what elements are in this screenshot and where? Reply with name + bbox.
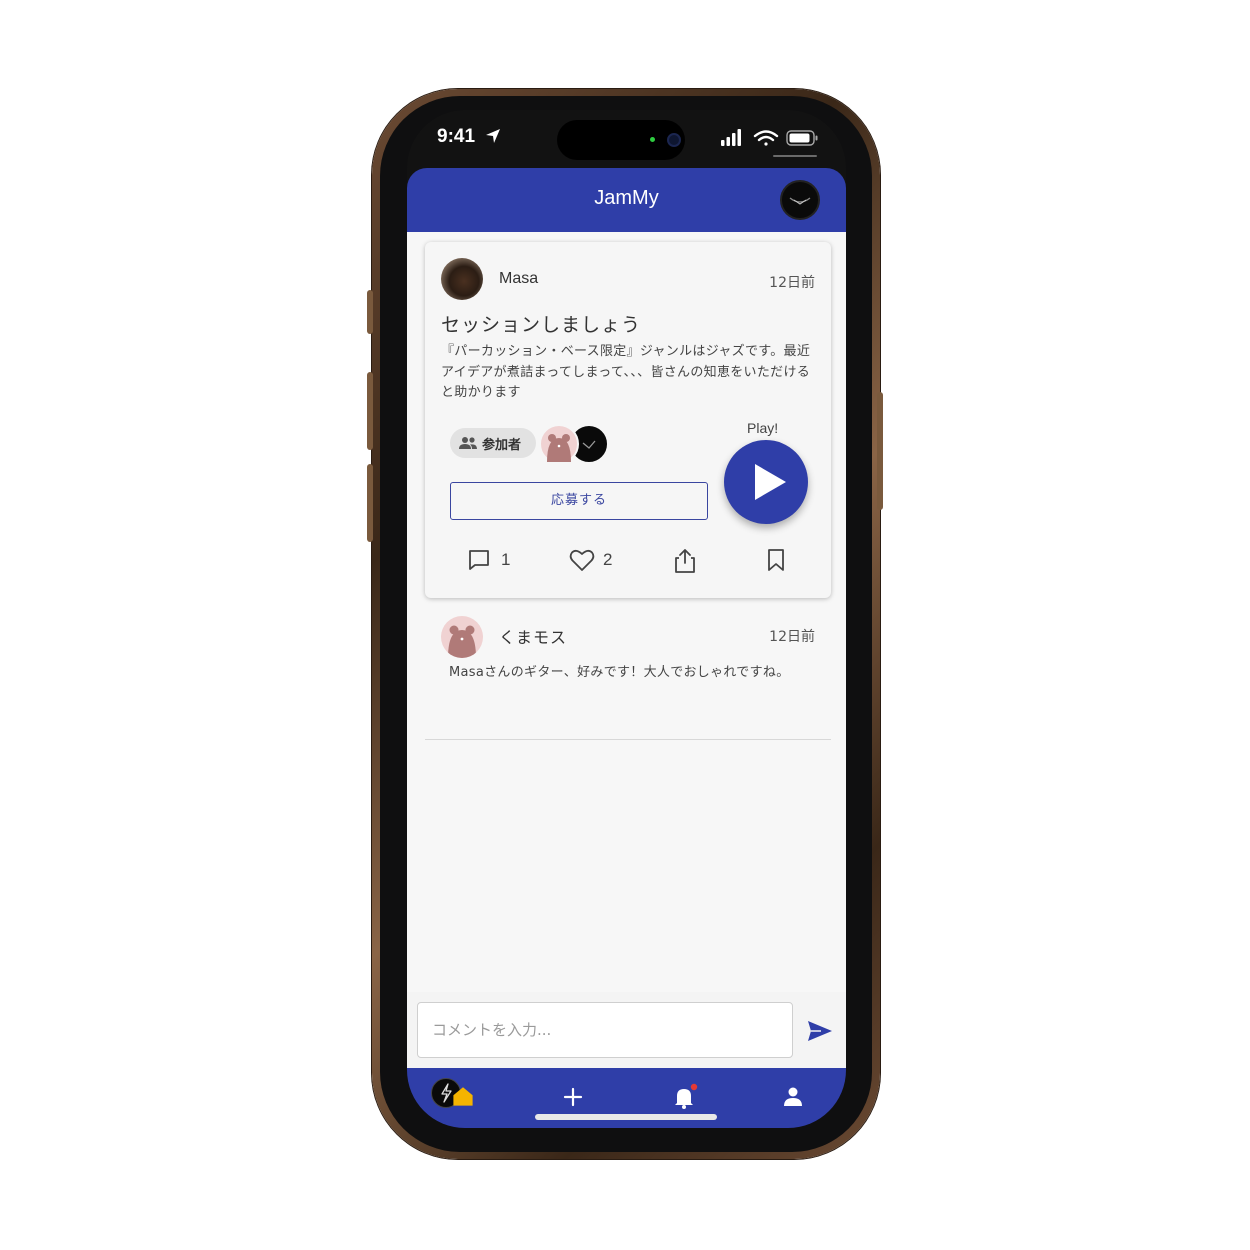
comment-input[interactable]	[417, 1002, 793, 1058]
comment-item: くまモス 12日前 Masaさんのギター、好みです！大人でおしゃれですね。	[425, 602, 831, 740]
like-action[interactable]: 2	[569, 548, 619, 572]
bell-icon[interactable]	[669, 1082, 699, 1112]
power-button	[877, 392, 883, 510]
location-arrow-icon	[486, 129, 500, 143]
camera-indicator-dot	[650, 137, 655, 142]
battery-icon	[786, 130, 818, 146]
share-action[interactable]	[673, 548, 697, 573]
status-divider	[773, 155, 817, 157]
post-title: セッションしましょう	[441, 314, 642, 336]
post-time: 12日前	[769, 275, 815, 291]
avatar-image	[789, 197, 811, 205]
front-camera	[667, 133, 681, 147]
wifi-icon	[753, 130, 779, 146]
apply-button[interactable]: 応募する	[450, 482, 708, 520]
post-card: Masa 12日前 セッションしましょう 『パーカッション・ベース限定』ジャンル…	[425, 242, 831, 598]
bear-image	[547, 434, 571, 462]
dynamic-island	[557, 120, 685, 160]
comment-text: Masaさんのギター、好みです！大人でおしゃれですね。	[449, 665, 790, 680]
signal-icon	[721, 129, 741, 146]
status-bar: 9:41	[407, 110, 846, 168]
screen: 9:41 JamMy Masa 12日前 セッションしましょう 『パーカッション…	[407, 110, 846, 1128]
action-button	[367, 290, 373, 334]
share-icon	[675, 549, 695, 573]
author-avatar[interactable]	[441, 258, 483, 300]
comment-time: 12日前	[769, 629, 815, 645]
bookmark-icon	[768, 549, 784, 571]
author-name[interactable]: Masa	[499, 270, 538, 288]
post-body: 『パーカッション・ベース限定』ジャンルはジャズです。最近アイデアが煮詰まってしま…	[441, 344, 811, 400]
bear-image	[448, 625, 476, 658]
comment-count: 1	[501, 550, 511, 569]
home-indicator	[535, 1114, 717, 1120]
play-icon	[755, 464, 786, 500]
play-button[interactable]	[724, 440, 808, 524]
play-label: Play!	[747, 420, 779, 436]
comment-icon	[469, 550, 489, 570]
like-count: 2	[603, 550, 613, 569]
comment-action[interactable]: 1	[467, 548, 517, 572]
app-header: JamMy	[407, 168, 846, 232]
home-icon[interactable]	[451, 1084, 475, 1108]
heart-icon	[569, 549, 595, 571]
volume-up-button	[367, 372, 373, 450]
comment-author-avatar[interactable]	[441, 616, 483, 658]
participants-chip[interactable]: 参加者	[450, 428, 536, 458]
comment-input-bar	[407, 992, 846, 1068]
bookmark-action[interactable]	[765, 548, 787, 572]
participant-avatar-bear[interactable]	[539, 424, 579, 464]
participants-label: 参加者	[482, 438, 522, 453]
people-icon	[459, 437, 477, 449]
volume-down-button	[367, 464, 373, 542]
status-time: 9:41	[437, 126, 476, 147]
status-icons	[721, 129, 818, 146]
send-icon[interactable]	[807, 1020, 833, 1042]
post-detail-content: Masa 12日前 セッションしましょう 『パーカッション・ベース限定』ジャンル…	[407, 232, 846, 992]
comment-author[interactable]: くまモス	[499, 624, 567, 648]
user-icon[interactable]	[778, 1082, 808, 1112]
profile-avatar-button[interactable]	[780, 180, 820, 220]
plus-icon[interactable]	[558, 1082, 588, 1112]
